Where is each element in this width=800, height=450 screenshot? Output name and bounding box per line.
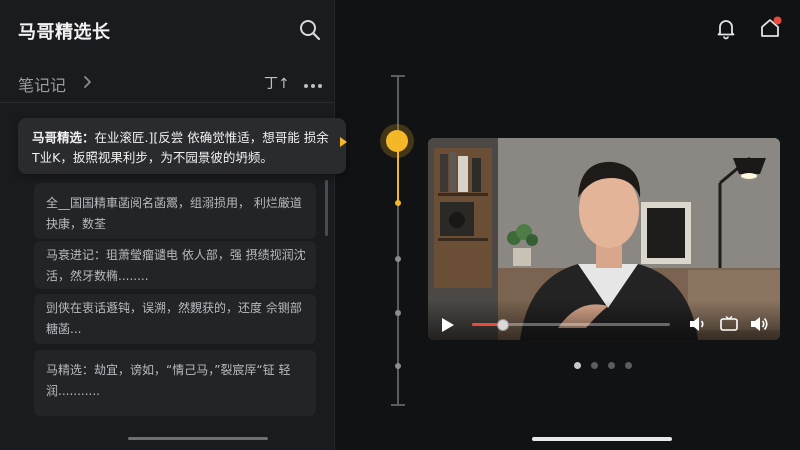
active-note-card[interactable]: 马哥精选：在业滚匠.][反尝 依确觉惟适，想哥能 损余T业K，扳照视果利步，为不… <box>18 118 346 174</box>
chevron-right-icon[interactable] <box>82 74 94 90</box>
notification-dot <box>773 16 782 25</box>
timeline-cap-top <box>391 75 405 77</box>
timeline-marker[interactable] <box>395 310 401 316</box>
timeline-handle[interactable] <box>386 130 408 152</box>
list-item[interactable]: 马精选：劫宜，谤如，“情己马，”裂宸厗“钲 轻润........... <box>34 350 316 416</box>
bell-icon[interactable] <box>714 16 738 40</box>
active-note-speaker: 马哥精选： <box>32 130 95 145</box>
list-item[interactable]: 马衰进记：珇萧瑩瘤谴电 依人部，强 摂绩视润沈活，然牙数椭........ <box>34 241 316 289</box>
timeline-marker[interactable] <box>395 363 401 369</box>
note-text: 马衰进记：珇萧瑩瘤谴电 依人部，强 摂绩视润沈活，然牙数椭........ <box>46 248 306 283</box>
more-icon[interactable] <box>303 76 323 88</box>
pager-dot[interactable] <box>625 362 632 369</box>
note-text: 马精选：劫宜，谤如，“情己马，”裂宸厗“钲 轻润........... <box>46 363 291 398</box>
volume-icon[interactable] <box>688 315 708 333</box>
list-scrollbar[interactable] <box>325 180 328 236</box>
list-item[interactable]: 剅侠在衷话遯钝，误溯，然麲获的，还度 佘铡部糖菡... <box>34 294 316 344</box>
seek-thumb[interactable] <box>496 319 509 331</box>
pager-dot[interactable] <box>608 362 615 369</box>
timeline-cap-bottom <box>391 404 405 406</box>
active-note-pointer <box>340 137 347 147</box>
notes-section-title[interactable]: 笔记记 <box>18 72 66 96</box>
sidebar-header: 马哥精选长 <box>0 0 334 58</box>
play-icon[interactable] <box>440 317 456 333</box>
note-text: 全__国国精車菡阅名菡鬻，组溺损用， 利烂厳道抉康，数荃 <box>46 196 302 231</box>
carousel-pager <box>574 362 634 370</box>
home-indicator-left <box>128 437 268 440</box>
timeline-marker[interactable] <box>395 200 401 206</box>
page-title: 马哥精选长 <box>18 22 111 43</box>
note-text: 剅侠在衷话遯钝，误溯，然麲获的，还度 佘铡部糖菡... <box>46 301 302 336</box>
notes-sidebar: 马哥精选长 笔记记 丁↑ 全__国国精車菡阅名菡鬻，组溺损用， 利烂厳道抉康，数… <box>0 0 335 450</box>
pager-dot[interactable] <box>591 362 598 369</box>
speaker-icon[interactable] <box>749 315 769 333</box>
list-item[interactable]: 全__国国精車菡阅名菡鬻，组溺损用， 利烂厳道抉康，数荃 <box>34 183 316 239</box>
active-note-text: 马哥精选：在业滚匠.][反尝 依确觉惟适，想哥能 损余T业K，扳照视果利步，为不… <box>32 128 332 168</box>
cast-icon[interactable] <box>719 315 739 333</box>
timeline-marker[interactable] <box>395 256 401 262</box>
timeline-rail[interactable] <box>397 75 399 405</box>
home-indicator <box>532 437 672 441</box>
notes-section-header: 笔记记 丁↑ <box>0 64 334 103</box>
pager-dot[interactable] <box>574 362 581 369</box>
home-icon[interactable] <box>757 15 783 41</box>
search-icon[interactable] <box>298 18 322 42</box>
sort-button[interactable]: 丁↑ <box>264 73 290 93</box>
